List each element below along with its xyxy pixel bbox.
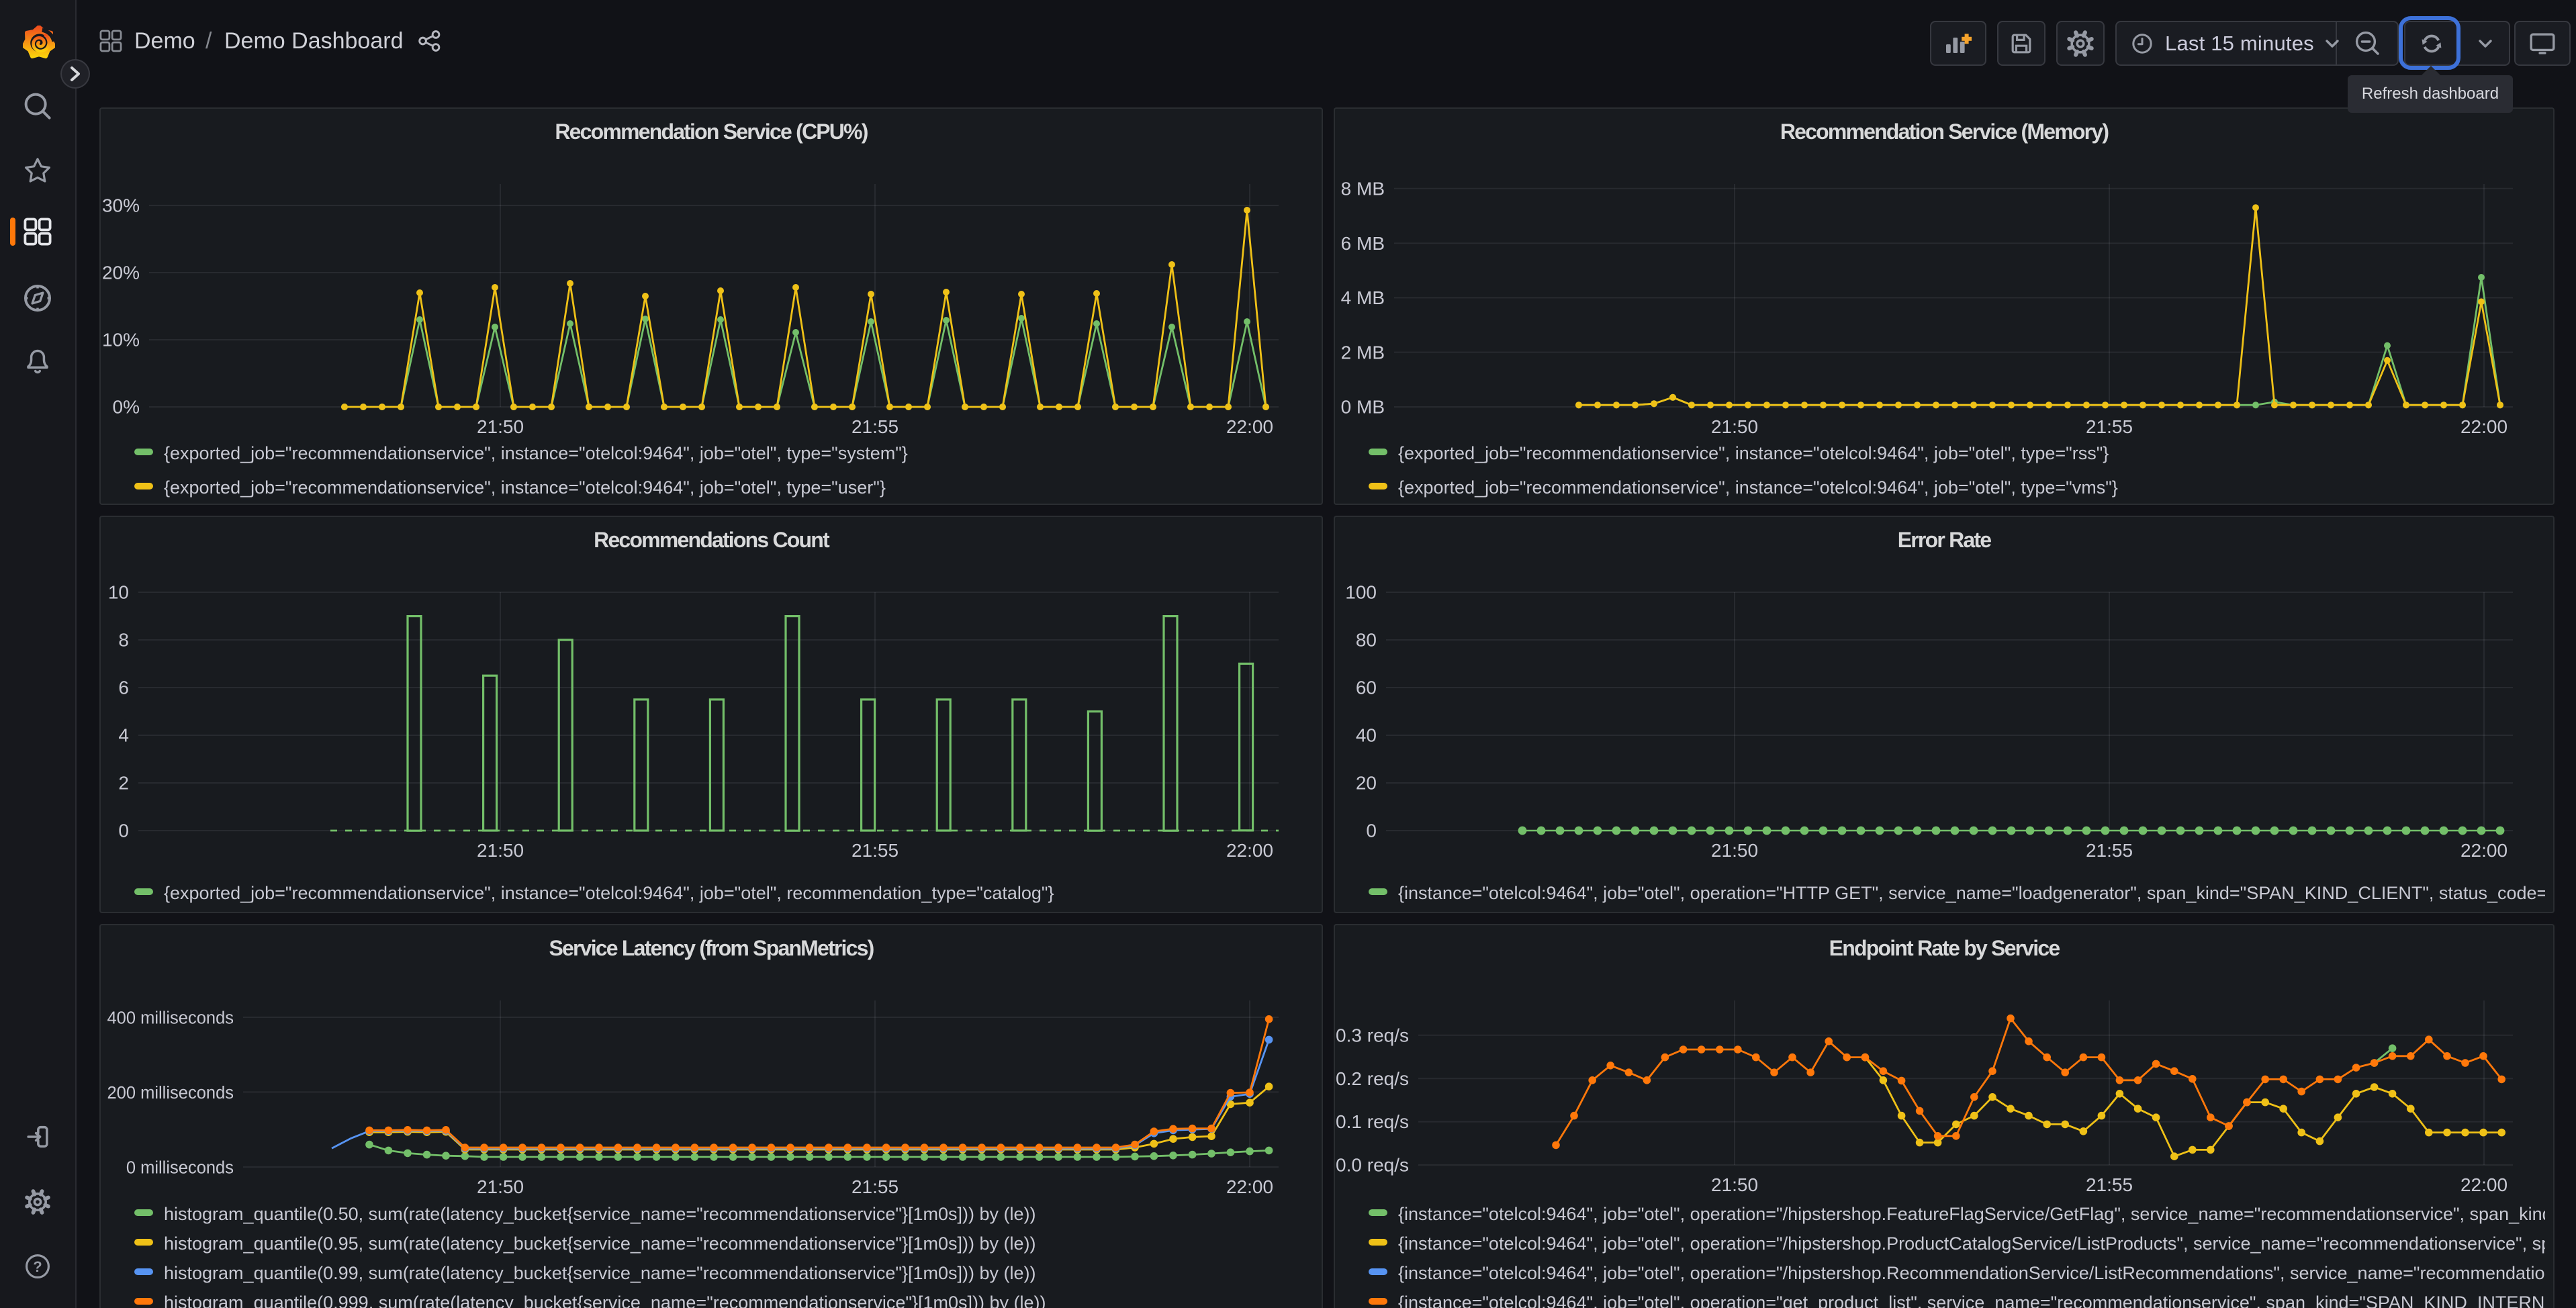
svg-text:22:00: 22:00 — [2460, 416, 2508, 437]
svg-text:8: 8 — [118, 630, 129, 651]
svg-text:0%: 0% — [113, 397, 140, 418]
svg-text:2: 2 — [118, 773, 129, 794]
svg-text:0: 0 — [1366, 821, 1377, 841]
svg-text:21:50: 21:50 — [1711, 416, 1758, 437]
svg-text:20%: 20% — [102, 263, 140, 283]
svg-text:?: ? — [33, 1258, 42, 1275]
svg-text:21:55: 21:55 — [2086, 416, 2133, 437]
svg-text:20: 20 — [1356, 773, 1377, 794]
svg-text:21:55: 21:55 — [2086, 840, 2133, 861]
svg-text:0.2 req/s: 0.2 req/s — [1336, 1068, 1409, 1089]
svg-text:21:55: 21:55 — [852, 416, 899, 437]
svg-text:21:55: 21:55 — [2086, 1174, 2133, 1195]
svg-text:21:50: 21:50 — [477, 1176, 524, 1197]
svg-text:22:00: 22:00 — [2460, 1174, 2508, 1195]
svg-text:0.0 req/s: 0.0 req/s — [1336, 1155, 1409, 1176]
svg-text:100: 100 — [1345, 582, 1377, 603]
svg-text:21:50: 21:50 — [1711, 840, 1758, 861]
svg-text:30%: 30% — [102, 195, 140, 216]
svg-text:22:00: 22:00 — [2460, 840, 2508, 861]
svg-text:0 MB: 0 MB — [1341, 397, 1385, 418]
svg-text:21:50: 21:50 — [477, 840, 524, 861]
svg-text:0 milliseconds: 0 milliseconds — [126, 1159, 234, 1178]
svg-text:21:55: 21:55 — [852, 1176, 899, 1197]
svg-text:0: 0 — [118, 821, 129, 841]
svg-text:22:00: 22:00 — [1226, 840, 1273, 861]
svg-text:21:55: 21:55 — [852, 840, 899, 861]
svg-text:80: 80 — [1356, 630, 1377, 651]
svg-text:60: 60 — [1356, 678, 1377, 698]
svg-text:0.1 req/s: 0.1 req/s — [1336, 1111, 1409, 1132]
svg-text:4: 4 — [118, 725, 129, 746]
svg-text:2 MB: 2 MB — [1341, 342, 1385, 363]
svg-text:6 MB: 6 MB — [1341, 233, 1385, 254]
svg-text:0.3 req/s: 0.3 req/s — [1336, 1025, 1409, 1045]
svg-text:200 milliseconds: 200 milliseconds — [107, 1084, 234, 1103]
svg-text:22:00: 22:00 — [1226, 416, 1273, 437]
svg-text:10: 10 — [108, 582, 129, 603]
svg-text:4 MB: 4 MB — [1341, 287, 1385, 308]
svg-text:6: 6 — [118, 678, 129, 698]
svg-text:40: 40 — [1356, 725, 1377, 746]
svg-text:22:00: 22:00 — [1226, 1176, 1273, 1197]
svg-text:10%: 10% — [102, 330, 140, 351]
svg-text:21:50: 21:50 — [1711, 1174, 1758, 1195]
svg-text:400 milliseconds: 400 milliseconds — [107, 1009, 234, 1028]
svg-text:21:50: 21:50 — [477, 416, 524, 437]
svg-text:8 MB: 8 MB — [1341, 178, 1385, 199]
